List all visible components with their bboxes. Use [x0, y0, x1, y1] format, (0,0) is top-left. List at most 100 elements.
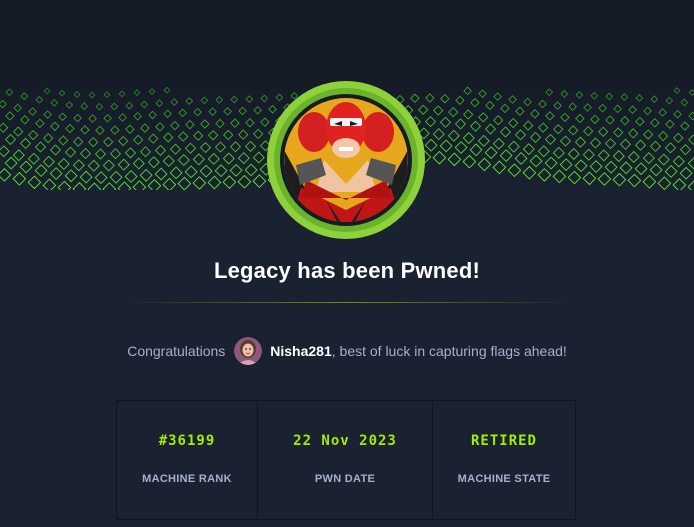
grid-cube — [223, 107, 232, 116]
grid-cube — [424, 138, 438, 152]
grid-cube — [553, 101, 562, 110]
username-link[interactable]: Nisha281 — [270, 343, 331, 359]
grid-cube — [673, 109, 682, 119]
user-avatar[interactable] — [234, 337, 263, 365]
grid-cube — [575, 113, 585, 124]
grid-cube — [88, 114, 97, 123]
grid-cube — [658, 108, 667, 117]
grid-cube — [214, 164, 228, 178]
grid-cube — [177, 154, 190, 167]
grid-cube — [664, 165, 678, 178]
grid-cube — [58, 135, 69, 146]
grid-cube — [102, 159, 115, 172]
grid-cube — [657, 176, 672, 190]
grid-cube — [245, 95, 254, 104]
grid-cube — [245, 118, 255, 128]
masked-hero-icon — [267, 81, 425, 239]
grid-cube — [658, 130, 669, 142]
grid-cube — [155, 122, 165, 132]
grid-cube — [589, 160, 603, 173]
grid-cube — [514, 129, 527, 141]
grid-cube — [492, 137, 505, 150]
grid-cube — [154, 167, 168, 181]
grid-cube — [583, 103, 592, 112]
grid-cube — [184, 165, 198, 179]
grid-cube — [95, 125, 105, 136]
grid-cube — [230, 118, 240, 128]
grid-cube — [568, 125, 579, 136]
grid-cube — [613, 127, 624, 138]
grid-cube — [193, 107, 202, 117]
grid-cube — [49, 144, 62, 156]
grid-cube — [170, 120, 180, 131]
grid-cube — [199, 141, 212, 154]
grid-cube — [193, 130, 204, 141]
grid-cube — [148, 133, 159, 144]
grid-cube — [567, 147, 580, 160]
grid-cube — [553, 124, 564, 135]
grid-cube — [148, 110, 157, 120]
grid-cube — [163, 109, 172, 119]
grid-cube — [559, 158, 573, 172]
grid-cube — [635, 94, 644, 102]
machine-state-value: RETIRED — [470, 433, 537, 449]
grid-cube — [650, 95, 659, 104]
grid-cube — [0, 168, 12, 182]
grid-cube — [582, 171, 597, 186]
grid-cube — [597, 149, 610, 162]
grid-cube — [507, 140, 520, 153]
grid-cube — [207, 152, 220, 165]
grid-cube — [469, 143, 483, 157]
grid-cube — [192, 176, 207, 190]
grid-cube — [598, 126, 609, 137]
grid-cube — [57, 157, 70, 170]
grid-cube — [604, 138, 617, 150]
grid-cube — [79, 147, 92, 160]
grid-cube — [439, 139, 453, 153]
grid-cube — [103, 136, 114, 148]
grid-cube — [499, 126, 512, 138]
grid-cube — [178, 131, 189, 142]
pwn-date-label: PWN DATE — [314, 473, 376, 485]
grid-cube — [642, 174, 657, 189]
grid-cube — [35, 118, 45, 129]
grid-cube — [0, 145, 10, 158]
grid-cube — [124, 147, 137, 159]
grid-cube — [688, 111, 694, 121]
grid-cube — [688, 89, 694, 96]
grid-cube — [12, 149, 25, 162]
grid-cube — [102, 182, 117, 190]
grid-cube — [50, 98, 59, 107]
grid-cube — [169, 143, 182, 155]
grid-cube — [537, 145, 550, 158]
grid-cube — [223, 129, 234, 141]
grid-cube — [508, 117, 519, 129]
congrats-suffix: , best of luck in capturing flags ahead! — [331, 343, 567, 359]
grid-cube — [635, 116, 645, 127]
machine-rank-value: #36199 — [158, 433, 216, 449]
grid-cube — [252, 174, 267, 188]
grid-cube — [477, 157, 492, 172]
grid-cube — [598, 103, 607, 113]
grid-cube — [447, 152, 462, 167]
grid-cube — [545, 88, 554, 97]
grid-cube — [672, 155, 685, 168]
grid-cube — [118, 135, 129, 147]
grid-cube — [177, 176, 192, 190]
grid-cube — [42, 178, 57, 190]
grid-cube — [132, 157, 145, 170]
grid-cube — [552, 146, 565, 159]
grid-cube — [529, 131, 542, 143]
grid-cube — [169, 166, 183, 180]
grid-cube — [590, 114, 600, 125]
grid-cube — [439, 116, 452, 128]
grid-cube — [679, 166, 693, 180]
grid-cube — [43, 87, 51, 95]
grid-cube — [590, 91, 599, 100]
grid-cube — [139, 146, 152, 158]
grid-cube — [440, 93, 450, 104]
grid-cube — [433, 105, 444, 116]
grid-cube — [117, 181, 132, 190]
grid-cube — [43, 132, 54, 144]
grid-cube — [34, 164, 48, 177]
